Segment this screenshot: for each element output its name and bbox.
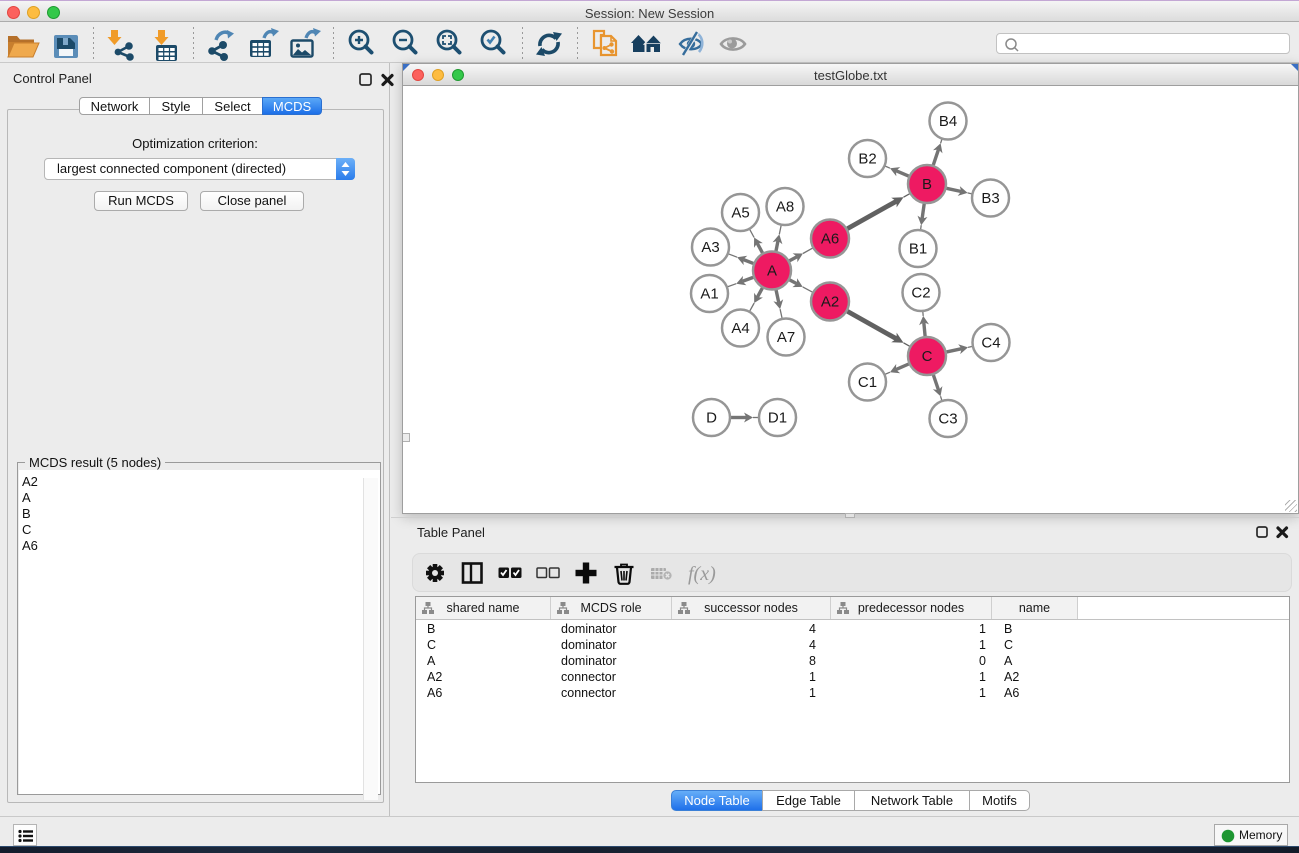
- svg-text:A3: A3: [701, 239, 719, 256]
- svg-text:C1: C1: [858, 374, 877, 391]
- svg-text:B1: B1: [909, 241, 927, 258]
- svg-text:A2: A2: [821, 294, 839, 311]
- svg-text:C3: C3: [938, 411, 957, 428]
- svg-text:A: A: [767, 263, 777, 280]
- svg-text:D1: D1: [768, 410, 787, 427]
- svg-text:C4: C4: [981, 335, 1000, 352]
- svg-text:B4: B4: [939, 113, 957, 130]
- svg-text:A7: A7: [777, 329, 795, 346]
- svg-text:C2: C2: [911, 285, 930, 302]
- svg-text:B3: B3: [981, 190, 999, 207]
- svg-text:A4: A4: [731, 320, 749, 337]
- svg-text:D: D: [706, 410, 717, 427]
- svg-text:A6: A6: [821, 231, 839, 248]
- svg-text:C: C: [922, 348, 933, 365]
- svg-text:B2: B2: [858, 151, 876, 168]
- svg-text:f(x): f(x): [688, 563, 716, 585]
- svg-text:B: B: [922, 176, 932, 193]
- svg-text:A8: A8: [776, 199, 794, 216]
- svg-text:A1: A1: [700, 286, 718, 303]
- svg-text:A5: A5: [731, 205, 749, 222]
